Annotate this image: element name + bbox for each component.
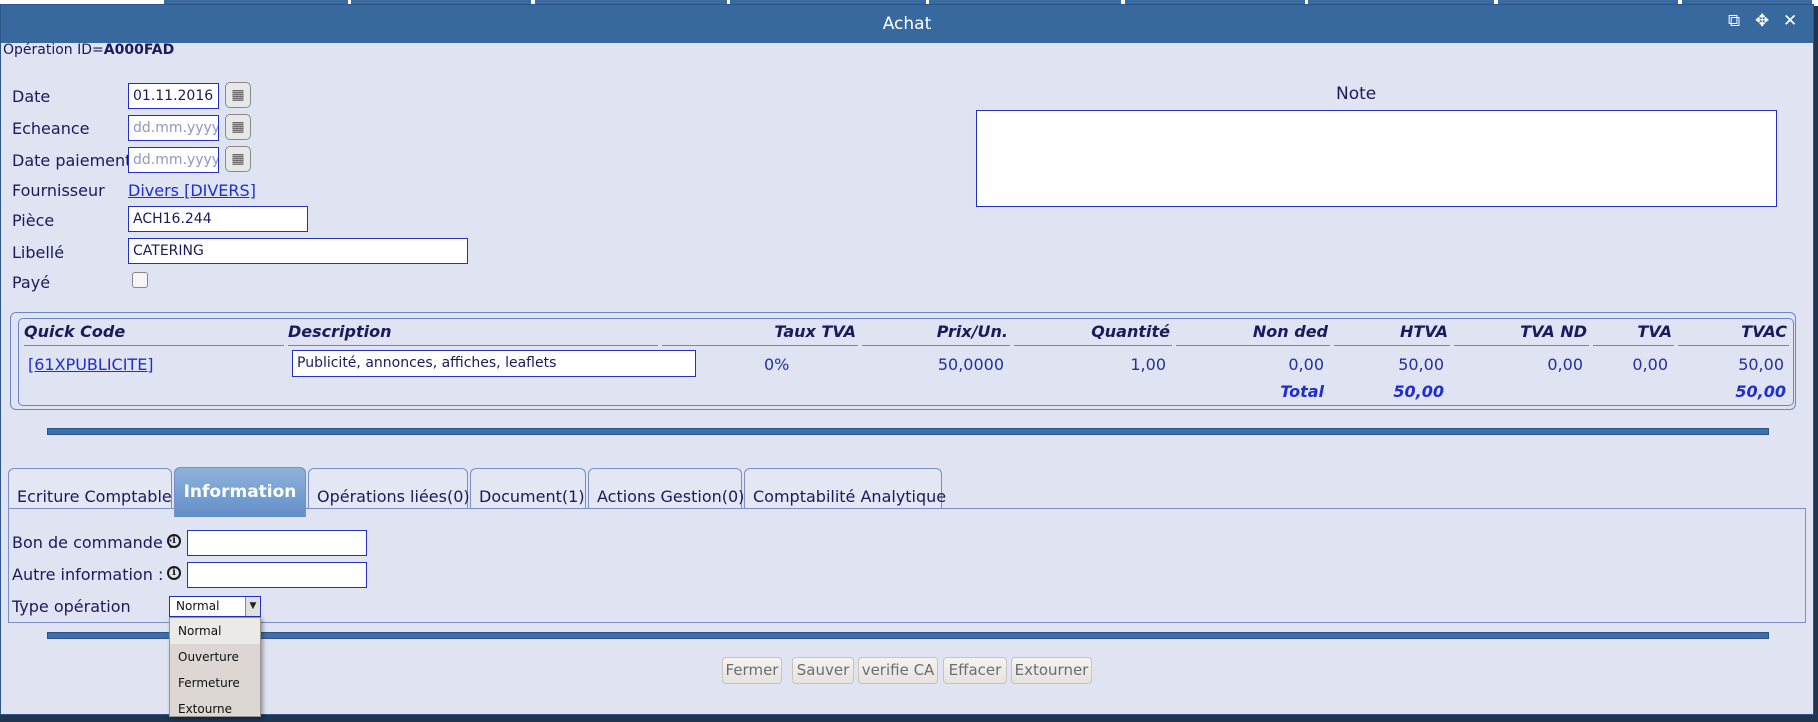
autre-info-label: Autre information : [12, 565, 164, 584]
note-label: Note [1336, 84, 1377, 104]
htva-cell: 50,00 [1398, 355, 1444, 374]
fournisseur-link[interactable]: Divers [DIVERS] [128, 181, 256, 200]
info-icon[interactable]: i [167, 566, 181, 580]
date-paiement-label: Date paiement [12, 151, 132, 170]
type-operation-dropdown: Normal Ouverture Fermeture Extourne [169, 617, 261, 717]
operation-id-label: Opération ID= [3, 42, 104, 58]
echeance-input[interactable]: dd.mm.yyyy [128, 115, 219, 141]
col-header-quantite: Quantité [1091, 322, 1170, 341]
prix-un-cell: 50,0000 [937, 355, 1004, 374]
tab-operations-liees[interactable]: Opérations liées(0) [308, 468, 470, 508]
header-underline [24, 345, 284, 346]
total-label: Total [1280, 382, 1324, 401]
col-header-non-ded: Non ded [1252, 322, 1328, 341]
dropdown-option-ouverture[interactable]: Ouverture [170, 644, 260, 670]
libelle-label: Libellé [12, 243, 65, 262]
calendar-icon[interactable]: ▦ [225, 82, 251, 108]
col-header-tvac: TVAC [1741, 322, 1787, 341]
date-label: Date [12, 87, 51, 106]
dialog-title: Achat [882, 14, 932, 34]
col-header-quick-code: Quick Code [24, 322, 126, 341]
bon-commande-label: Bon de commande : [12, 533, 174, 552]
fermer-button[interactable]: Fermer [722, 657, 782, 684]
calendar-icon[interactable]: ▦ [225, 114, 251, 140]
col-header-description: Description [288, 322, 392, 341]
header-underline [1678, 345, 1789, 346]
total-tvac: 50,00 [1735, 382, 1786, 401]
tab-actions-gestion[interactable]: Actions Gestion(0) [588, 468, 744, 508]
calendar-icon[interactable]: ▦ [225, 146, 251, 172]
echeance-label: Echeance [12, 119, 90, 138]
type-operation-selected: Normal [176, 599, 220, 613]
type-operation-label: Type opération [12, 597, 131, 616]
verifie-ca-button[interactable]: verifie CA [858, 657, 938, 684]
taux-tva-cell: 0% [764, 355, 790, 374]
header-underline [288, 345, 658, 346]
operation-id: Opération ID=A000FAD [3, 42, 174, 58]
paye-checkbox[interactable] [132, 272, 148, 288]
move-icon[interactable]: ✥ [1755, 11, 1769, 31]
operation-id-value: A000FAD [103, 42, 175, 58]
tvac-cell: 50,00 [1738, 355, 1784, 374]
header-underline [662, 345, 858, 346]
close-icon[interactable]: ✕ [1783, 11, 1797, 31]
fournisseur-label: Fournisseur [12, 181, 105, 200]
type-operation-select[interactable]: Normal ▼ [169, 596, 261, 617]
tva-cell: 0,00 [1632, 355, 1668, 374]
tab-comptabilite-analytique[interactable]: Comptabilité Analytique [744, 468, 946, 508]
description-input[interactable]: Publicité, annonces, affiches, leaflets [292, 350, 696, 377]
separator-bar [47, 428, 1769, 435]
tva-nd-cell: 0,00 [1547, 355, 1583, 374]
header-underline [862, 345, 1010, 346]
dropdown-option-normal[interactable]: Normal [170, 618, 260, 644]
paye-label: Payé [12, 273, 51, 292]
effacer-button[interactable]: Effacer [943, 657, 1007, 684]
total-htva: 50,00 [1393, 382, 1444, 401]
dropdown-option-fermeture[interactable]: Fermeture [170, 670, 260, 696]
piece-input[interactable]: ACH16.244 [128, 206, 308, 232]
date-input[interactable]: 01.11.2016 [128, 83, 219, 109]
col-header-htva: HTVA [1400, 322, 1448, 341]
chevron-down-icon[interactable]: ▼ [245, 597, 260, 616]
header-underline [1176, 345, 1330, 346]
quick-code-link[interactable]: [61XPUBLICITE] [28, 355, 154, 374]
col-header-prix-un: Prix/Un. [936, 322, 1008, 341]
col-header-tva-nd: TVA ND [1520, 322, 1587, 341]
libelle-input[interactable]: CATERING [128, 238, 468, 264]
info-icon[interactable]: i [167, 534, 181, 548]
dropdown-option-extourne[interactable]: Extourne [170, 696, 260, 722]
header-underline [1014, 345, 1172, 346]
date-paiement-input[interactable]: dd.mm.yyyy [128, 147, 219, 173]
header-underline [1454, 345, 1589, 346]
bon-commande-input[interactable] [187, 530, 367, 556]
note-textarea[interactable] [976, 110, 1777, 207]
separator-bar [47, 632, 1769, 639]
external-link-icon[interactable]: ⧉ [1728, 11, 1740, 31]
tab-document[interactable]: Document(1) [470, 468, 586, 508]
non-ded-cell: 0,00 [1288, 355, 1324, 374]
autre-info-input[interactable] [187, 562, 367, 588]
col-header-taux-tva: Taux TVA [774, 322, 856, 341]
tab-ecriture-comptable[interactable]: Ecriture Comptable [8, 468, 172, 508]
extourner-button[interactable]: Extourner [1011, 657, 1092, 684]
dialog-titlebar[interactable]: Achat ⧉ ✥ ✕ [1, 5, 1813, 43]
piece-label: Pièce [12, 211, 55, 230]
quantite-cell: 1,00 [1130, 355, 1166, 374]
header-underline [1593, 345, 1674, 346]
header-underline [1334, 345, 1450, 346]
col-header-tva: TVA [1637, 322, 1672, 341]
sauver-button[interactable]: Sauver [792, 657, 854, 684]
